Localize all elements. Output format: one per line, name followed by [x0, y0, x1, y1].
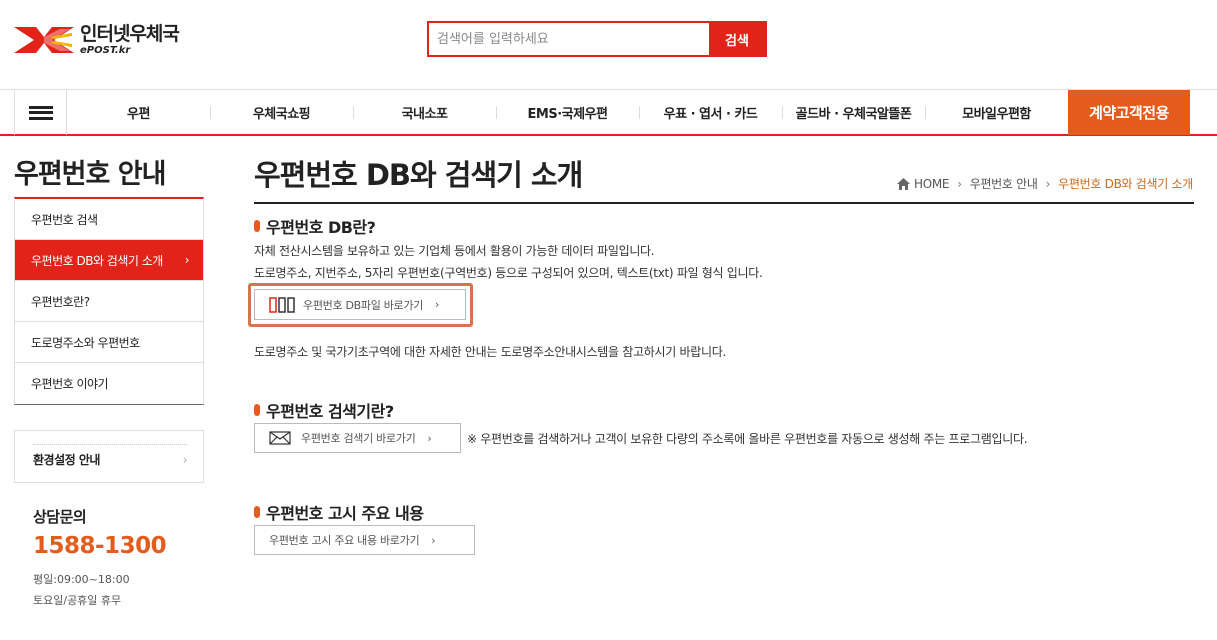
- bullet-icon: [254, 506, 260, 518]
- section-notice-title: 우편번호 고시 주요 내용: [254, 500, 424, 524]
- hours-weekend: 토요일/공휴일 휴무: [33, 594, 122, 607]
- gnb-item-mobile-mailbox[interactable]: 모바일우편함: [925, 90, 1068, 135]
- contact-hours: 평일:09:00~18:00 토요일/공휴일 휴무: [33, 569, 166, 611]
- logo-title: 인터넷우체국: [80, 22, 180, 45]
- contract-customer-button[interactable]: 계약고객전용: [1068, 90, 1190, 135]
- main-navigation: 우편 우체국쇼핑 국내소포 EMS·국제우편 우표 · 엽서 · 카드 골드바 …: [0, 89, 1217, 136]
- sidebar-item-label: 우편번호 DB와 검색기 소개: [31, 253, 163, 268]
- sidebar-item-zipcode-search[interactable]: 우편번호 검색: [15, 199, 203, 240]
- environment-settings-label: 환경설정 안내: [33, 453, 100, 467]
- searcher-link-label: 우편번호 검색기 바로가기: [301, 432, 416, 445]
- section-db-heading: 우편번호 DB란?: [266, 218, 376, 237]
- environment-settings-box: 환경설정 안내 ›: [14, 430, 204, 483]
- sidebar-item-what-is-zipcode[interactable]: 우편번호란?: [15, 281, 203, 322]
- searcher-link-button[interactable]: 우편번호 검색기 바로가기 ›: [254, 423, 461, 453]
- breadcrumb: HOME › 우편번호 안내 › 우편번호 DB와 검색기 소개: [896, 175, 1193, 192]
- contact-info: 상담문의 1588-1300 평일:09:00~18:00 토요일/공휴일 휴무: [33, 506, 167, 611]
- chevron-right-icon: ›: [431, 533, 436, 547]
- gnb-item-shopping[interactable]: 우체국쇼핑: [210, 90, 353, 135]
- section-searcher-heading: 우편번호 검색기란?: [266, 402, 394, 421]
- epost-logo[interactable]: 인터넷우체국 ePOST.kr: [14, 22, 204, 58]
- logo-subtitle: ePOST.kr: [80, 44, 131, 56]
- hamburger-menu-button[interactable]: [14, 90, 67, 135]
- sidebar-item-label: 우편번호란?: [31, 294, 90, 309]
- sidebar-item-db-intro[interactable]: 우편번호 DB와 검색기 소개 ›: [15, 240, 203, 281]
- sidebar-menu: 우편번호 검색 우편번호 DB와 검색기 소개 › 우편번호란? 도로명주소와 …: [14, 197, 204, 405]
- section-db-desc-2: 도로명주소, 지번주소, 5자리 우편번호(구역번호) 등으로 구성되어 있으며…: [254, 266, 763, 280]
- db-file-link-label: 우편번호 DB파일 바로가기: [303, 298, 424, 312]
- breadcrumb-zipcode-guide[interactable]: 우편번호 안내: [970, 175, 1038, 192]
- section-searcher-title: 우편번호 검색기란?: [254, 398, 394, 422]
- db-file-icon: [269, 296, 295, 313]
- notice-link-label: 우편번호 고시 주요 내용 바로가기: [269, 534, 420, 547]
- search-button[interactable]: 검색: [709, 23, 765, 55]
- bullet-icon: [254, 220, 260, 232]
- gnb-item-goldbar[interactable]: 골드바 · 우체국알뜰폰: [782, 90, 925, 135]
- notice-link-button[interactable]: 우편번호 고시 주요 내용 바로가기 ›: [254, 525, 475, 555]
- sidebar-item-road-address[interactable]: 도로명주소와 우편번호: [15, 322, 203, 363]
- title-divider: [254, 202, 1194, 204]
- sidebar-item-zipcode-story[interactable]: 우편번호 이야기: [15, 363, 203, 404]
- section-db-note: 도로명주소 및 국가기초구역에 대한 자세한 안내는 도로명주소안내시스템을 참…: [254, 345, 726, 359]
- hamburger-icon: [28, 105, 53, 120]
- search-bar: 검색: [427, 21, 767, 57]
- db-file-link-button[interactable]: 우편번호 DB파일 바로가기 ›: [254, 289, 466, 320]
- section-searcher-note: ※ 우편번호를 검색하거나 고객이 보유한 다량의 주소록에 올바른 우편번호를…: [467, 432, 1028, 446]
- section-notice-heading: 우편번호 고시 주요 내용: [266, 504, 424, 523]
- sidebar-item-label: 우편번호 이야기: [31, 377, 109, 391]
- chevron-right-icon: ›: [182, 452, 188, 467]
- sidebar-item-label: 우편번호 검색: [31, 212, 98, 227]
- page-title: 우편번호 DB와 검색기 소개: [254, 158, 583, 192]
- chevron-right-icon: ›: [957, 176, 962, 191]
- bullet-icon: [254, 404, 260, 416]
- epost-logo-icon: [14, 27, 74, 53]
- sidebar-title: 우편번호 안내: [14, 159, 166, 190]
- hours-weekday: 평일:09:00~18:00: [33, 573, 130, 586]
- breadcrumb-current: 우편번호 DB와 검색기 소개: [1058, 177, 1193, 191]
- search-input[interactable]: [429, 23, 709, 55]
- sidebar-item-label: 도로명주소와 우편번호: [31, 335, 140, 350]
- gnb-item-ems[interactable]: EMS·국제우편: [496, 90, 639, 135]
- home-icon: [896, 177, 910, 190]
- breadcrumb-home[interactable]: HOME: [914, 177, 950, 191]
- section-db-desc-1: 자체 전산시스템을 보유하고 있는 기업체 등에서 활용이 가능한 데이터 파일…: [254, 244, 655, 258]
- gnb-list: 우편 우체국쇼핑 국내소포 EMS·국제우편 우표 · 엽서 · 카드 골드바 …: [67, 90, 1068, 135]
- chevron-right-icon: ›: [427, 431, 432, 445]
- section-db-title: 우편번호 DB란?: [254, 214, 376, 238]
- gnb-item-mail[interactable]: 우편: [67, 90, 210, 135]
- gnb-item-stamps[interactable]: 우표 · 엽서 · 카드: [639, 90, 782, 135]
- contact-phone: 1588-1300: [33, 533, 167, 559]
- chevron-right-icon: ›: [1045, 176, 1051, 191]
- chevron-right-icon: ›: [184, 253, 190, 267]
- gnb-item-domestic-parcel[interactable]: 국내소포: [353, 90, 496, 135]
- chevron-right-icon: ›: [435, 298, 440, 311]
- mail-icon: [269, 431, 291, 445]
- contact-title: 상담문의: [33, 508, 87, 526]
- environment-settings-link[interactable]: 환경설정 안내 ›: [33, 444, 188, 474]
